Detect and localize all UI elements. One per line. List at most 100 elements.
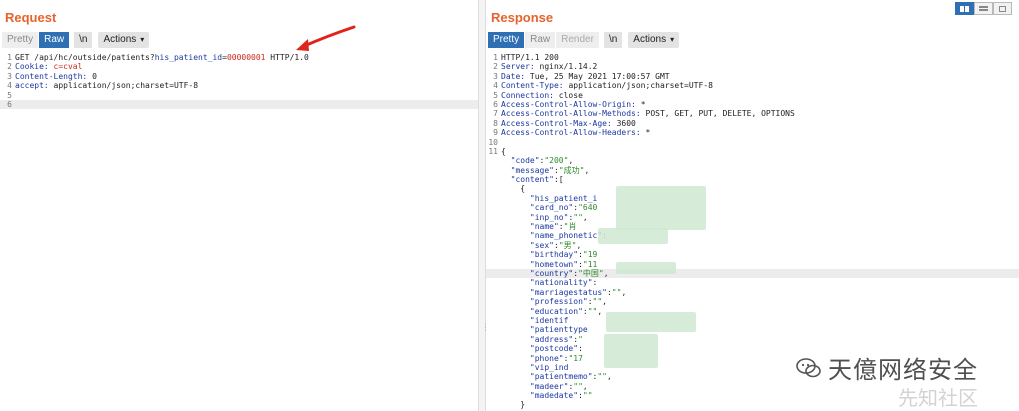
chevron-down-icon: ▾ [670, 35, 675, 44]
code-text: { [501, 184, 526, 194]
code-line: "country":"中国", [486, 268, 1019, 279]
code-text: "patienttype [501, 325, 588, 335]
code-text: "phone":"17 [501, 353, 583, 363]
request-newline-toggle[interactable]: \n [74, 32, 93, 48]
redaction-blur [606, 312, 696, 332]
request-tab-raw[interactable]: Raw [39, 32, 70, 48]
code-text: Access-Control-Max-Age: 3600 [501, 118, 636, 128]
response-actions-button[interactable]: Actions ▾ [628, 32, 680, 48]
request-pane: Request Pretty Raw \n Actions ▾ 1 GET /ap… [0, 0, 478, 411]
code-line: "nationality": [486, 278, 1019, 287]
watermark-text: 天億网络安全 [828, 356, 978, 384]
request-tab-pretty[interactable]: Pretty [2, 32, 39, 48]
code-line: "address":" [486, 335, 1019, 344]
code-text: "name":"肖 [501, 222, 577, 232]
code-line: 1 GET /api/hc/outside/patients?his_patien… [0, 53, 478, 62]
code-text: Date: Tue, 25 May 2021 17:00:57 GMT [501, 71, 670, 81]
code-text: "profession":"", [501, 297, 607, 307]
code-line: 2 Cookie: c=cval [0, 62, 478, 71]
code-line: 5 [0, 91, 478, 100]
code-text: "vip_ind [501, 362, 569, 372]
code-text: "nationality": [501, 278, 598, 288]
code-line: "name_phonetic": [486, 231, 1019, 240]
code-text: Server: nginx/1.14.2 [501, 62, 598, 72]
code-text: GET /api/hc/outside/patients?his_patient… [15, 53, 309, 62]
redaction-blur [604, 334, 658, 368]
watermark: 天億网络安全 [796, 350, 978, 385]
code-text: "country":"中国", [501, 268, 609, 278]
single-pane-icon[interactable] [993, 2, 1012, 15]
code-text: Content-Type: application/json;charset=U… [501, 81, 713, 91]
layout-switcher [955, 2, 1012, 15]
request-actions-label: Actions [103, 34, 137, 45]
request-title: Request [5, 10, 57, 25]
line-number: 6 [493, 99, 498, 109]
code-text: "code":"200", [501, 156, 574, 166]
pane-divider[interactable]: ⋮ [478, 0, 490, 411]
line-number: 2 [7, 62, 12, 72]
code-text: "identif [501, 315, 569, 325]
response-newline-toggle[interactable]: \n [603, 32, 623, 48]
split-columns-icon[interactable] [955, 2, 974, 15]
line-number: 3 [7, 71, 12, 81]
code-line: "identif [486, 316, 1019, 325]
code-line: { [486, 184, 1019, 193]
response-tab-raw[interactable]: Raw [525, 32, 556, 48]
response-view-tabs: Pretty Raw Render \n Actions ▾ [488, 32, 680, 48]
code-line: 6 Access-Control-Allow-Origin: * [486, 100, 1019, 109]
code-text: } [501, 400, 526, 410]
line-number: 2 [493, 62, 498, 72]
code-line: 1 HTTP/1.1 200 [486, 53, 1019, 62]
code-line: "code":"200", [486, 156, 1019, 165]
watermark-sub: 先知社区 [898, 386, 978, 410]
code-text: Access-Control-Allow-Methods: POST, GET,… [501, 109, 795, 119]
code-line: "card_no":"640 [486, 203, 1019, 212]
code-text: "madedate":"" [501, 391, 593, 401]
code-line: 5 Connection: close [486, 91, 1019, 100]
code-line: 3 Content-Length: 0 [0, 72, 478, 81]
line-number: 9 [493, 128, 498, 138]
request-view-tabs: Pretty Raw \n Actions ▾ [2, 32, 150, 48]
response-tab-render[interactable]: Render [556, 32, 599, 48]
line-number: 7 [493, 109, 498, 119]
code-text: "madeer":"", [501, 381, 588, 391]
code-text: "hometown":"11 [501, 259, 598, 269]
code-line: 7 Access-Control-Allow-Methods: POST, GET… [486, 109, 1019, 118]
drag-handle-icon[interactable]: ⋮ [481, 324, 490, 338]
code-line: "patienttype [486, 325, 1019, 334]
line-number: 4 [7, 81, 12, 91]
redaction-blur [616, 262, 676, 274]
code-line: "birthday":"19 [486, 250, 1019, 259]
code-text: Content-Length: 0 [15, 71, 97, 81]
line-number: 5 [493, 90, 498, 100]
code-text: accept: application/json;charset=UTF-8 [15, 81, 199, 91]
split-rows-icon[interactable] [974, 2, 993, 15]
code-line: 3 Date: Tue, 25 May 2021 17:00:57 GMT [486, 72, 1019, 81]
code-text: "his_patient_i [501, 193, 598, 203]
code-text: "patientmemo":"", [501, 372, 612, 382]
line-number: 1 [7, 53, 12, 62]
response-tab-pretty[interactable]: Pretty [488, 32, 525, 48]
code-text: HTTP/1.1 200 [501, 53, 559, 62]
code-line: "profession":"", [486, 297, 1019, 306]
code-text: Connection: close [501, 90, 583, 100]
red-arrow-icon [296, 25, 356, 51]
code-line: "hometown":"11 [486, 260, 1019, 269]
code-text: Access-Control-Allow-Origin: * [501, 99, 646, 109]
redaction-blur [598, 228, 668, 244]
code-line: 2 Server: nginx/1.14.2 [486, 62, 1019, 71]
line-number: 11 [488, 146, 498, 156]
code-line: 8 Access-Control-Max-Age: 3600 [486, 119, 1019, 128]
code-text: "inp_no":"", [501, 212, 588, 222]
line-number: 10 [488, 137, 498, 147]
code-line: "sex":"男", [486, 241, 1019, 250]
code-text: "sex":"男", [501, 240, 582, 250]
wechat-icon [796, 357, 821, 377]
code-line: 9 Access-Control-Allow-Headers: * [486, 128, 1019, 137]
code-text: "marriagestatus":"", [501, 287, 627, 297]
request-editor[interactable]: 1 GET /api/hc/outside/patients?his_patien… [0, 53, 478, 411]
code-line: "message":"成功", [486, 166, 1019, 175]
request-actions-button[interactable]: Actions ▾ [98, 32, 150, 48]
code-line: "content":[ [486, 175, 1019, 184]
response-title: Response [491, 10, 554, 25]
